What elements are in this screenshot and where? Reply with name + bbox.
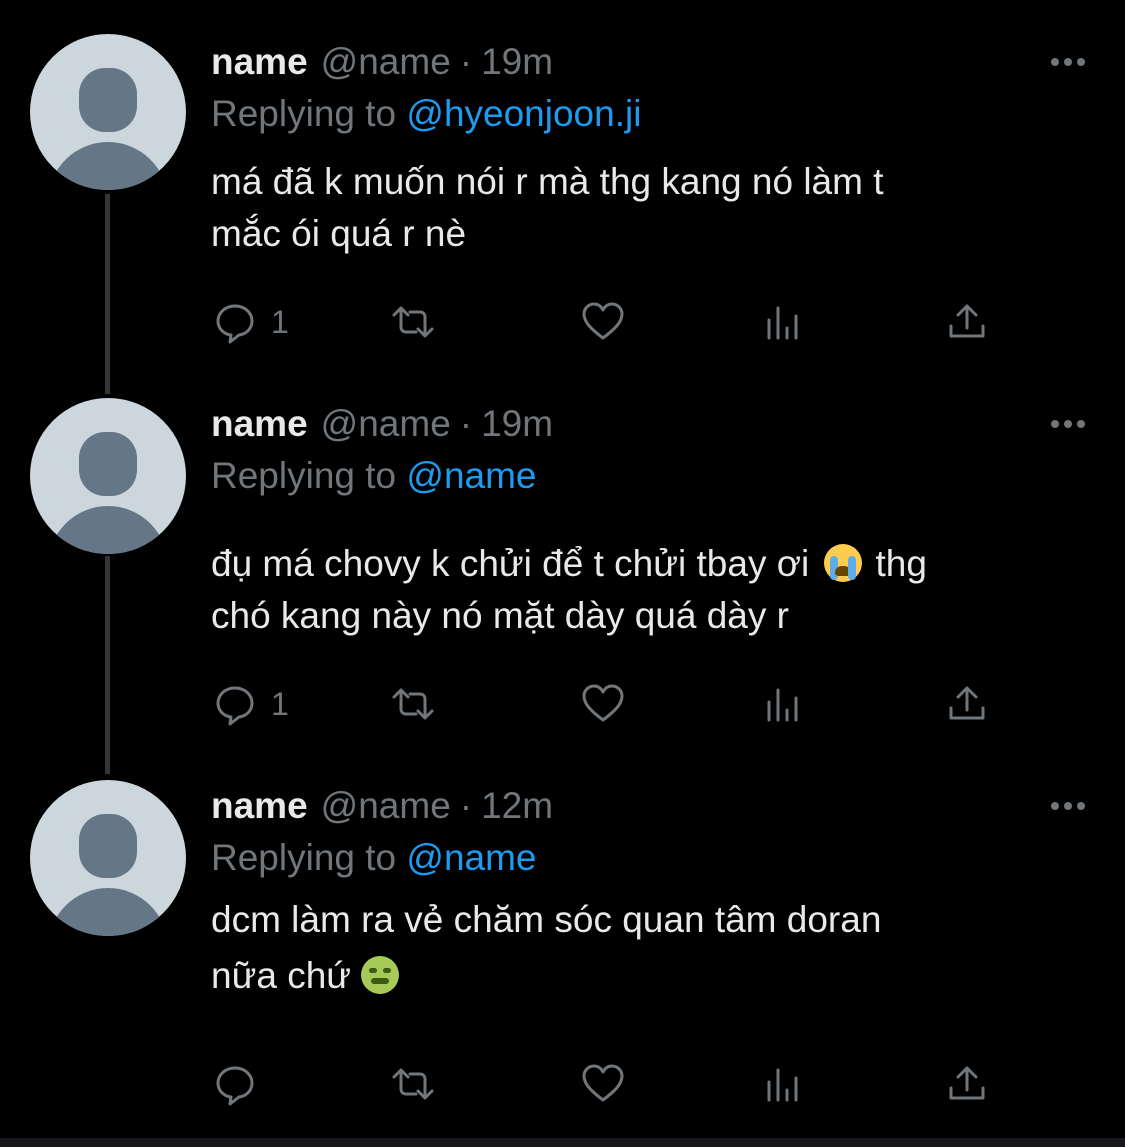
tweet-content: name @name · 19m Replying to @hyeonjoon.… <box>211 40 1085 260</box>
views-button[interactable] <box>761 298 809 346</box>
retweet-button[interactable] <box>389 1060 437 1108</box>
tweet-text-part: dcm làm ra vẻ chăm sóc quan tâm doran nữ… <box>211 899 882 996</box>
replying-to-label: Replying to <box>211 93 397 134</box>
like-icon <box>582 684 624 722</box>
user-handle[interactable]: @name <box>321 40 451 84</box>
more-icon[interactable] <box>1051 420 1085 428</box>
timestamp[interactable]: 19m <box>481 402 553 446</box>
share-icon <box>949 686 985 720</box>
tweet-actions: 1 <box>211 298 1001 346</box>
retweet-icon <box>392 306 434 338</box>
tweet-content: name @name · 12m Replying to @name dcm l… <box>211 784 1085 1004</box>
like-icon <box>582 1064 624 1102</box>
share-button[interactable] <box>943 298 991 346</box>
share-button[interactable] <box>943 680 991 728</box>
loudly-crying-face-icon <box>823 544 862 582</box>
avatar[interactable] <box>30 398 186 554</box>
default-avatar-body <box>48 142 168 190</box>
thread-connector <box>105 194 110 394</box>
default-avatar-head <box>79 68 137 132</box>
like-icon <box>582 302 624 340</box>
replying-to-mention[interactable]: @hyeonjoon.ji <box>406 93 641 134</box>
retweet-icon <box>392 1068 434 1100</box>
tweet[interactable]: name @name · 19m Replying to @hyeonjoon.… <box>0 0 1125 380</box>
share-button[interactable] <box>943 1060 991 1108</box>
retweet-icon <box>392 688 434 720</box>
default-avatar-head <box>79 814 137 878</box>
tweet[interactable]: name @name · 12m Replying to @name dcm l… <box>0 780 1125 1147</box>
replying-to: Replying to @name <box>211 836 1085 880</box>
display-name[interactable]: name <box>211 402 308 446</box>
thread-connector <box>105 556 110 774</box>
retweet-button[interactable] <box>389 680 437 728</box>
retweet-button[interactable] <box>389 298 437 346</box>
replying-to: Replying to @name <box>211 454 1085 498</box>
default-avatar-body <box>48 888 168 936</box>
views-button[interactable] <box>761 680 809 728</box>
display-name[interactable]: name <box>211 40 308 84</box>
tweet-header: name @name · 12m <box>211 784 1085 828</box>
replying-to-label: Replying to <box>211 837 397 878</box>
user-handle[interactable]: @name <box>321 784 451 828</box>
replying-to-mention[interactable]: @name <box>406 837 536 878</box>
tweet-text: đụ má chovy k chửi để t chửi tbay ơi thg… <box>211 538 1085 642</box>
default-avatar-body <box>48 506 168 554</box>
views-icon <box>767 1068 798 1102</box>
divider <box>0 1138 1125 1147</box>
separator: · <box>459 403 473 444</box>
reply-count: 1 <box>271 685 289 722</box>
timestamp[interactable]: 19m <box>481 40 553 84</box>
more-icon[interactable] <box>1051 802 1085 810</box>
more-icon[interactable] <box>1051 58 1085 66</box>
tweet-text-part: đụ má chovy k chửi để t chửi tbay ơi <box>211 543 810 584</box>
user-handle[interactable]: @name <box>321 402 451 446</box>
replying-to-mention[interactable]: @name <box>406 455 536 496</box>
avatar[interactable] <box>30 780 186 936</box>
reply-icon <box>216 686 254 726</box>
reply-count: 1 <box>271 303 289 340</box>
views-button[interactable] <box>761 1060 809 1108</box>
default-avatar-head <box>79 432 137 496</box>
tweet-content: name @name · 19m Replying to @name đụ má… <box>211 402 1085 642</box>
views-icon <box>767 688 798 722</box>
timestamp[interactable]: 12m <box>481 784 553 828</box>
share-icon <box>949 1066 985 1100</box>
replying-to: Replying to @hyeonjoon.ji <box>211 92 1085 136</box>
reply-button[interactable] <box>211 1060 271 1108</box>
tweet-header: name @name · 19m <box>211 40 1085 84</box>
separator: · <box>459 41 473 82</box>
tweet-actions <box>211 1060 1001 1108</box>
tweet-header: name @name · 19m <box>211 402 1085 446</box>
separator: · <box>459 785 473 826</box>
like-button[interactable] <box>579 298 627 346</box>
reply-button[interactable]: 1 <box>211 298 289 346</box>
tweet-text: dcm làm ra vẻ chăm sóc quan tâm doran nữ… <box>211 892 1085 1004</box>
reply-icon <box>216 1066 254 1106</box>
reply-button[interactable]: 1 <box>211 680 289 728</box>
reply-thread: name @name · 19m Replying to @hyeonjoon.… <box>0 0 1125 1147</box>
reply-icon <box>216 304 254 344</box>
nauseated-face-icon <box>361 956 400 994</box>
views-icon <box>767 306 798 340</box>
tweet[interactable]: name @name · 19m Replying to @name đụ má… <box>0 380 1125 780</box>
tweet-actions: 1 <box>211 680 1001 728</box>
avatar[interactable] <box>30 34 186 190</box>
share-icon <box>949 304 985 338</box>
tweet-text: má đã k muốn nói r mà thg kang nó làm t … <box>211 161 884 254</box>
like-button[interactable] <box>579 1060 627 1108</box>
like-button[interactable] <box>579 680 627 728</box>
display-name[interactable]: name <box>211 784 308 828</box>
replying-to-label: Replying to <box>211 455 397 496</box>
